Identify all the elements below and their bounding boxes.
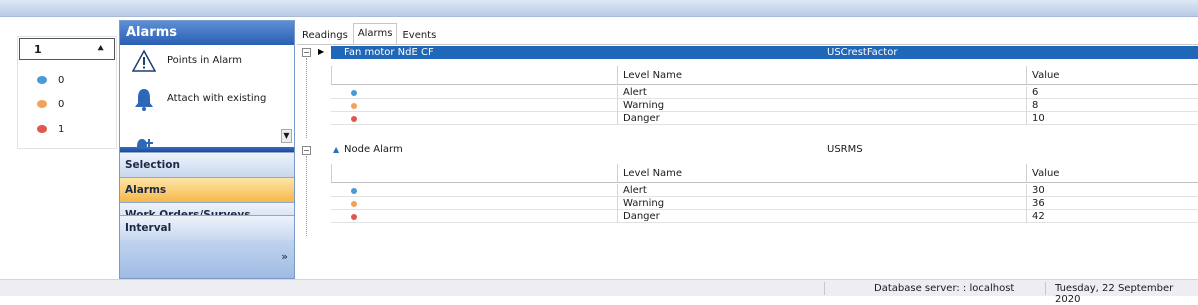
row-selector-arrow-icon: ▶ — [318, 47, 325, 56]
level-row[interactable]: Alert 30 — [331, 184, 1198, 197]
level-name: Alert — [617, 86, 1026, 99]
group-name: Fan motor NdE CF — [344, 47, 434, 58]
chevron-up-icon[interactable]: ⯅ — [96, 42, 105, 56]
header-value[interactable]: Value — [1026, 66, 1198, 85]
nav-item-attach-with-existing[interactable]: Attach with existing — [120, 83, 294, 121]
status-divider — [1045, 282, 1046, 295]
nav-header: Alarms — [120, 21, 294, 45]
warning-dot-icon — [351, 103, 357, 109]
nav-item-add-alarm[interactable] — [120, 121, 294, 147]
summary-selector-value: 1 — [34, 43, 42, 56]
group-name: Node Alarm — [344, 144, 403, 155]
alarm-grid: − ▶ Fan motor NdE CF USCrestFactor Level… — [297, 44, 1198, 279]
main-panel: Readings Alarms Events − ▶ Fan motor NdE… — [297, 20, 1198, 279]
danger-count: 1 — [58, 123, 65, 135]
nav-button-interval[interactable]: Interval — [120, 215, 294, 240]
level-value: 30 — [1026, 184, 1198, 197]
tab-events[interactable]: Events — [397, 26, 441, 44]
summary-count-warning: 0 — [37, 97, 64, 111]
level-name: Danger — [617, 210, 1026, 223]
group-type: USCrestFactor — [827, 47, 898, 58]
nav-item-label: Points in Alarm — [167, 55, 242, 66]
level-row[interactable]: Warning 8 — [331, 99, 1198, 112]
status-date: Tuesday, 22 September 2020 — [1055, 283, 1174, 305]
alert-dot-icon — [351, 90, 357, 96]
warning-dot-icon — [351, 201, 357, 207]
level-row[interactable]: Alert 6 — [331, 86, 1198, 99]
bell-icon — [135, 89, 153, 111]
alert-count: 0 — [58, 74, 65, 86]
group-type: USRMS — [827, 144, 863, 155]
level-name: Warning — [617, 197, 1026, 210]
level-row[interactable]: Danger 10 — [331, 112, 1198, 125]
danger-dot-icon — [37, 125, 47, 133]
level-row[interactable]: Warning 36 — [331, 197, 1198, 210]
header-level-name[interactable]: Level Name — [617, 66, 1026, 85]
level-value: 8 — [1026, 99, 1198, 112]
header-blank — [331, 66, 617, 85]
level-header-row: Level Name Value — [331, 164, 1198, 183]
level-name: Danger — [617, 112, 1026, 125]
group-row-node-alarm[interactable]: ▲ Node Alarm USRMS — [331, 143, 1198, 156]
level-row[interactable]: Danger 42 — [331, 210, 1198, 223]
alert-dot-icon — [351, 188, 357, 194]
collapse-icon[interactable]: − — [302, 48, 311, 57]
level-value: 10 — [1026, 112, 1198, 125]
level-header-row: Level Name Value — [331, 66, 1198, 85]
header-level-name[interactable]: Level Name — [617, 164, 1026, 183]
level-value: 42 — [1026, 210, 1198, 223]
alarm-summary-panel: 1 ⯅ 0 0 1 — [17, 36, 117, 149]
bell-plus-icon — [137, 139, 153, 147]
header-blank — [331, 164, 617, 183]
navigation-pane: Alarms Points in Alarm Attach with exist… — [119, 20, 295, 279]
tree-connector — [306, 156, 307, 236]
header-value[interactable]: Value — [1026, 164, 1198, 183]
nav-item-label: Attach with existing — [167, 93, 267, 104]
tab-bar: Readings Alarms Events — [297, 23, 441, 44]
summary-count-danger: 1 — [37, 122, 64, 136]
tab-readings[interactable]: Readings — [297, 26, 353, 44]
nav-button-alarms[interactable]: Alarms — [120, 177, 294, 202]
danger-dot-icon — [351, 116, 357, 122]
nav-item-points-in-alarm[interactable]: Points in Alarm — [120, 45, 294, 83]
status-divider — [824, 282, 825, 295]
level-name: Alert — [617, 184, 1026, 197]
warning-triangle-icon — [132, 49, 156, 72]
nav-button-selection[interactable]: Selection — [120, 152, 294, 177]
title-bar — [0, 0, 1198, 17]
level-name: Warning — [617, 99, 1026, 112]
group-row-fan-motor[interactable]: Fan motor NdE CF USCrestFactor — [331, 46, 1198, 59]
status-bar: Database server: : localhost Tuesday, 22… — [0, 279, 1198, 305]
nav-list-scroll-down[interactable]: ▼ — [281, 129, 292, 143]
level-value: 6 — [1026, 86, 1198, 99]
danger-dot-icon — [351, 214, 357, 220]
tree-connector — [306, 58, 307, 138]
summary-count-alert: 0 — [37, 73, 64, 87]
nav-footer: » — [120, 234, 294, 278]
warning-dot-icon — [37, 100, 47, 108]
alarm-node-icon: ▲ — [333, 145, 340, 154]
collapse-icon[interactable]: − — [302, 146, 311, 155]
level-value: 36 — [1026, 197, 1198, 210]
nav-item-list: Points in Alarm Attach with existing ▼ — [120, 45, 294, 147]
tab-alarms[interactable]: Alarms — [352, 23, 398, 44]
warning-count: 0 — [58, 98, 65, 110]
summary-selector[interactable]: 1 ⯅ — [19, 38, 115, 60]
status-database-server: Database server: : localhost — [874, 283, 1015, 294]
chevron-double-right-icon[interactable]: » — [281, 250, 288, 263]
alert-dot-icon — [37, 76, 47, 84]
